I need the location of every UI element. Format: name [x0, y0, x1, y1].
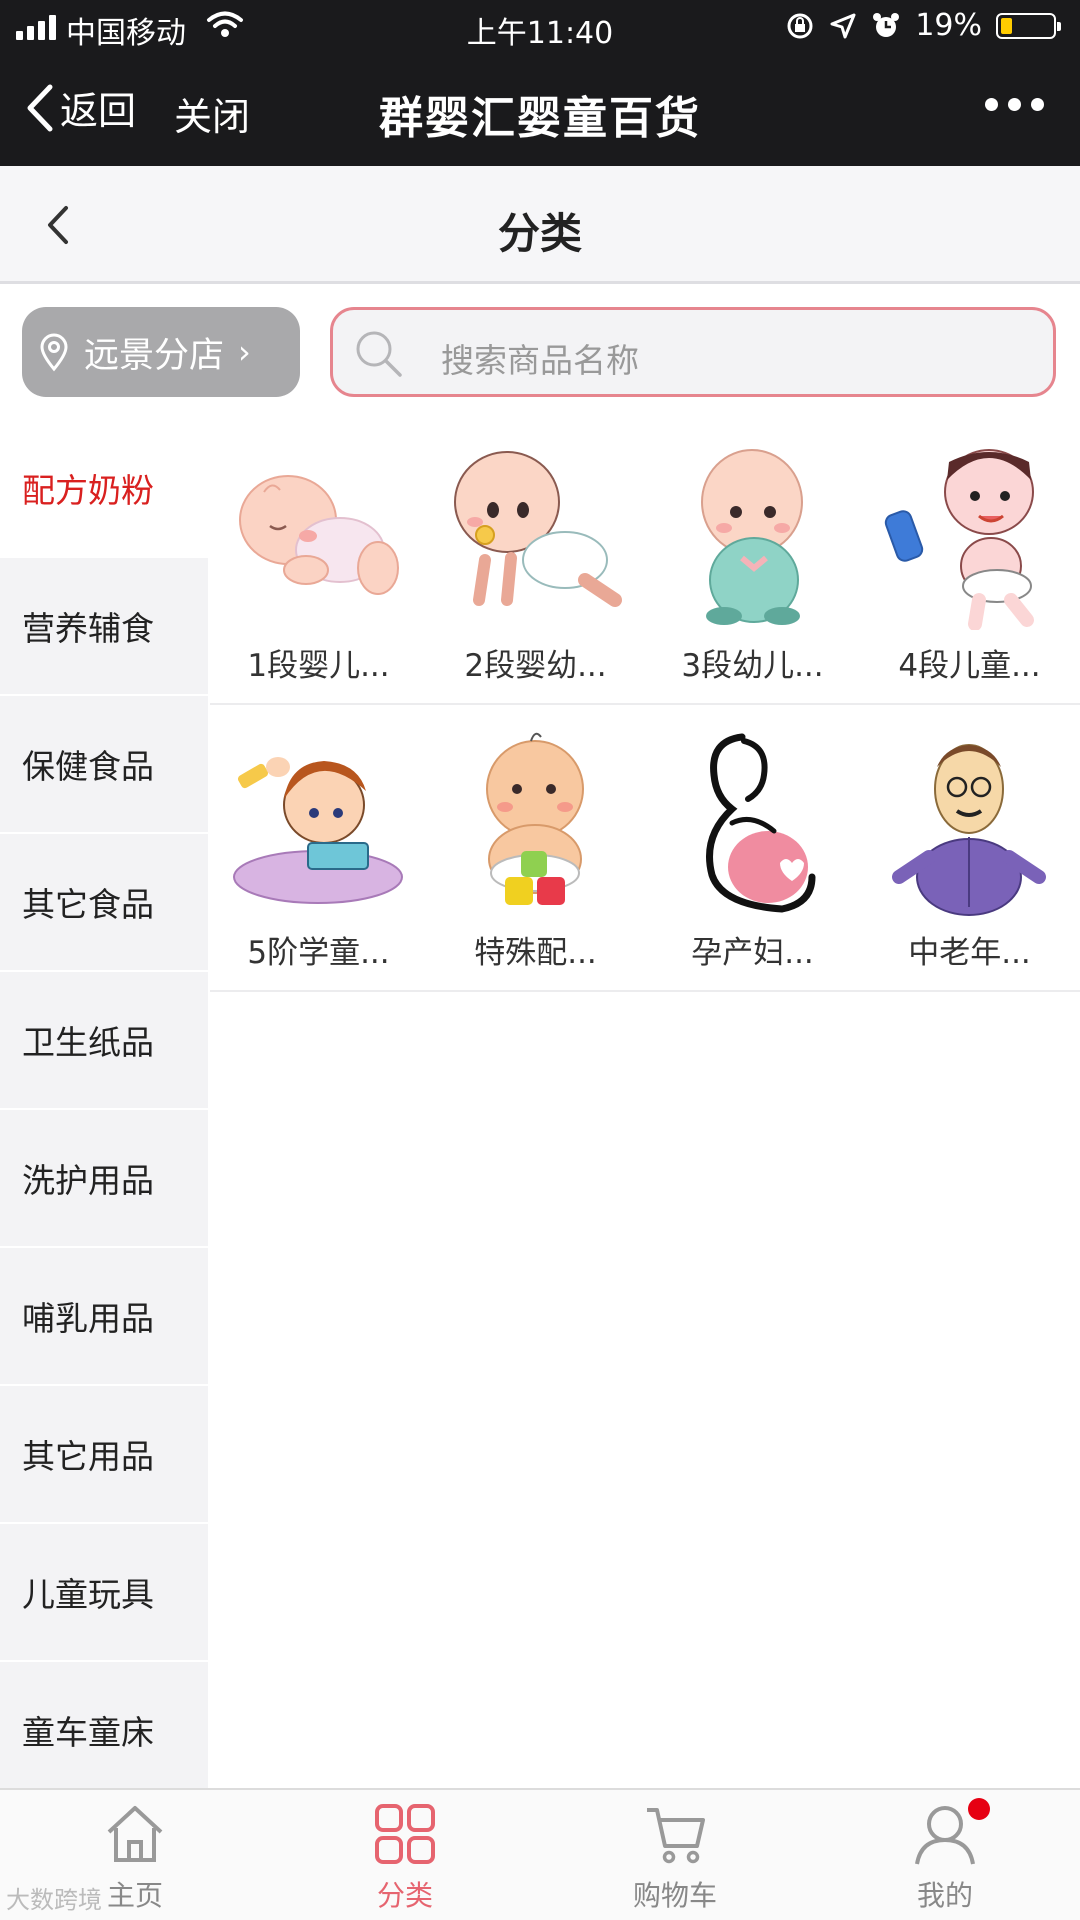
- store-name: 远景分店: [84, 335, 225, 376]
- category-item-other-supplies[interactable]: 其它用品: [0, 1386, 208, 1524]
- wechat-nav: 返回 关闭 群婴汇婴童百货: [0, 56, 1080, 166]
- product-name: 中老年...: [908, 935, 1031, 971]
- product-grid: 1段婴儿... 2段婴幼... 3段幼儿... 4段儿童... 5阶学童... …: [210, 420, 1080, 1790]
- category-item-feeding[interactable]: 哺乳用品: [0, 1248, 208, 1386]
- tab-label: 分类: [376, 1879, 433, 1912]
- tab-label: 我的: [916, 1879, 973, 1912]
- elderly-man-icon: [892, 744, 1046, 916]
- battery-icon: [996, 12, 1061, 39]
- page-title: 分类: [497, 209, 582, 258]
- top-bar: 中国移动 上午11:40 19% 返回 关闭 群婴汇婴童百货: [0, 0, 1080, 166]
- product-row: 1段婴儿... 2段婴幼... 3段幼儿... 4段儿童...: [210, 420, 1080, 705]
- category-item-complementary-food[interactable]: 营养辅食: [0, 558, 208, 696]
- product-item[interactable]: 2段婴幼...: [427, 420, 644, 705]
- bottom-tab-bar: 主页 分类 购物车 我的: [0, 1788, 1080, 1920]
- more-menu-button[interactable]: [985, 98, 1044, 111]
- product-name: 3段幼儿...: [681, 648, 824, 684]
- pregnant-woman-icon: [706, 733, 816, 913]
- crawling-baby-icon: [454, 451, 622, 607]
- product-item[interactable]: 特殊配...: [427, 707, 644, 992]
- home-icon: [107, 1806, 163, 1862]
- product-item[interactable]: 孕产妇...: [644, 707, 861, 992]
- watermark: 大数跨境: [6, 1886, 102, 1914]
- baby-with-blocks-icon: [486, 732, 584, 905]
- search-placeholder: 搜索商品名称: [441, 341, 639, 380]
- category-item-formula[interactable]: 配方奶粉: [0, 420, 208, 558]
- sleeping-baby-icon: [239, 475, 399, 595]
- battery-percent: 19%: [915, 8, 982, 43]
- notification-badge: [968, 1798, 990, 1820]
- product-item[interactable]: 1段婴儿...: [210, 420, 427, 705]
- category-item-care[interactable]: 洗护用品: [0, 1110, 208, 1248]
- product-item[interactable]: 中老年...: [861, 707, 1078, 992]
- alarm-icon: [873, 12, 900, 37]
- category-grid-icon: [375, 1804, 435, 1864]
- sitting-baby-icon: [701, 449, 803, 625]
- search-icon: [356, 331, 402, 377]
- tab-category[interactable]: 分类: [270, 1790, 540, 1920]
- tab-cart[interactable]: 购物车: [540, 1790, 810, 1920]
- product-item[interactable]: 3段幼儿...: [644, 420, 861, 705]
- location-arrow-icon: [830, 13, 856, 38]
- product-name: 特殊配...: [474, 935, 597, 971]
- product-item[interactable]: 5阶学童...: [210, 707, 427, 992]
- status-bar: 中国移动 上午11:40 19%: [0, 0, 1080, 56]
- location-pin-icon: [40, 333, 68, 372]
- cart-icon: [647, 1808, 705, 1864]
- category-item-other-food[interactable]: 其它食品: [0, 834, 208, 972]
- store-selector[interactable]: 远景分店 ›: [22, 307, 300, 397]
- category-item-strollers[interactable]: 童车童床: [0, 1662, 208, 1800]
- product-name: 1段婴儿...: [247, 648, 390, 684]
- category-item-health-food[interactable]: 保健食品: [0, 696, 208, 834]
- page-header: 分类: [0, 166, 1080, 284]
- product-item[interactable]: 4段儿童...: [861, 420, 1078, 705]
- product-name: 2段婴幼...: [464, 648, 607, 684]
- tab-label: 购物车: [632, 1879, 717, 1912]
- chevron-right-icon: ›: [238, 333, 251, 371]
- search-input[interactable]: 搜索商品名称: [330, 307, 1056, 397]
- tab-profile[interactable]: 我的: [810, 1790, 1080, 1920]
- category-item-toys[interactable]: 儿童玩具: [0, 1524, 208, 1662]
- category-sidebar: 配方奶粉 营养辅食 保健食品 其它食品 卫生纸品 洗护用品 哺乳用品 其它用品 …: [0, 420, 208, 1800]
- product-name: 孕产妇...: [691, 935, 814, 971]
- status-right: 19%: [785, 8, 1061, 43]
- product-name: 5阶学童...: [247, 935, 390, 971]
- product-name: 4段儿童...: [898, 648, 1041, 684]
- child-reading-icon: [233, 757, 403, 904]
- product-row: 5阶学童... 特殊配... 孕产妇... 中老年...: [210, 707, 1080, 992]
- app-title: 群婴汇婴童百货: [379, 93, 701, 144]
- toddler-with-bottle-icon: [884, 449, 1034, 630]
- rotation-lock-icon: [787, 13, 813, 38]
- category-item-paper[interactable]: 卫生纸品: [0, 972, 208, 1110]
